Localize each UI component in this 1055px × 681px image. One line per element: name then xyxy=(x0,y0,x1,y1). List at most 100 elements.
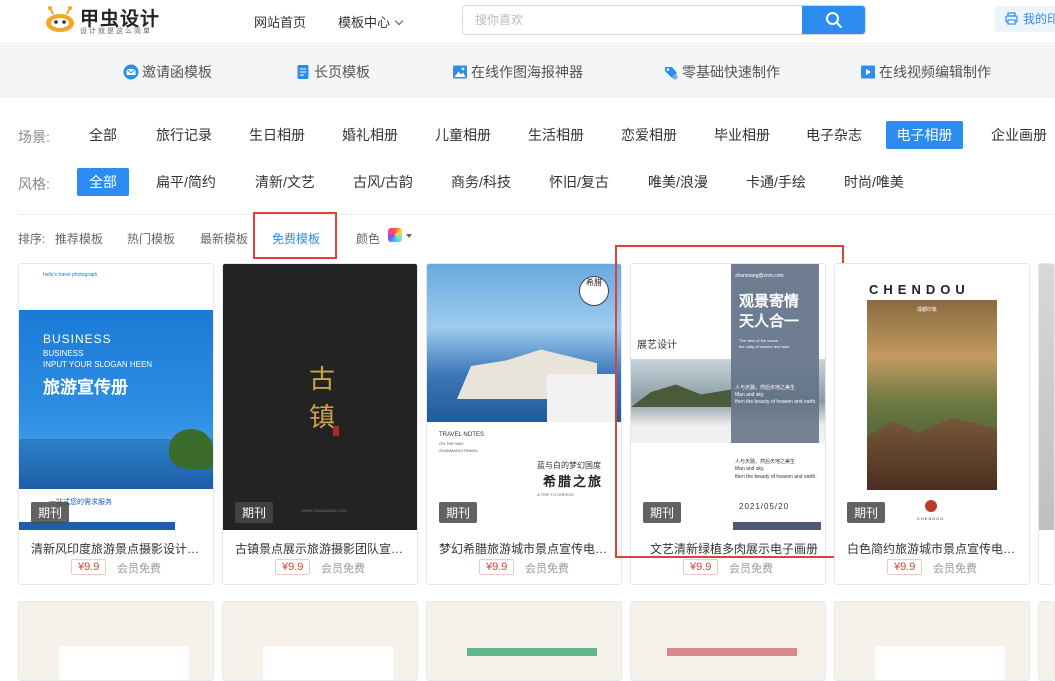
card-title[interactable]: 清新风印度旅游景点摄影设计宣传册 xyxy=(31,540,203,557)
card-price: ¥9.9 xyxy=(71,559,107,575)
style-chip-cartoon[interactable]: 卡通/手绘 xyxy=(746,168,806,196)
highlight-box-card xyxy=(615,245,844,558)
template-card[interactable]: 希腊 TRAVEL NOTES ON THE WAY ZHANMANG/TRAV… xyxy=(426,263,622,585)
scene-chip-all[interactable]: 全部 xyxy=(88,121,118,149)
card-member-free: 会员免费 xyxy=(321,563,365,575)
card-price: ¥9.9 xyxy=(683,559,719,575)
nav-templates-dropdown[interactable]: 模板中心 xyxy=(338,12,404,31)
style-chip-ancient[interactable]: 古风/古韵 xyxy=(353,168,413,196)
search-button[interactable] xyxy=(802,6,865,34)
nav-home-link[interactable]: 网站首页 xyxy=(254,12,306,31)
template-card[interactable]: 古 镇 WWW.ZHANMANG.COM 期刊 古镇景点展示旅游摄影团队宣传画册… xyxy=(222,263,418,585)
style-label: 风格: xyxy=(18,176,50,192)
scene-chip-emagazine[interactable]: 电子杂志 xyxy=(806,121,862,149)
scene-label: 场景: xyxy=(18,129,50,145)
template-card-row2[interactable] xyxy=(834,601,1030,681)
card-price: ¥9.9 xyxy=(479,559,515,575)
thumb-text: BUSINESS xyxy=(43,332,112,346)
card-thumbnail: CHENDOU 成都印象 CHENDOU xyxy=(835,264,1029,530)
sort-newest[interactable]: 最新模板 xyxy=(200,230,248,247)
image-icon xyxy=(453,65,467,79)
red-seal xyxy=(333,426,339,436)
card-tag: 期刊 xyxy=(235,502,274,523)
card-price: ¥9.9 xyxy=(887,559,923,575)
envelope-icon xyxy=(123,64,139,80)
scene-chip-love[interactable]: 恋爱相册 xyxy=(621,121,677,149)
style-chip-romantic[interactable]: 唯美/浪漫 xyxy=(648,168,708,196)
card-price: ¥9.9 xyxy=(275,559,311,575)
my-print-button[interactable]: 我的印 xyxy=(995,6,1055,32)
card-title[interactable]: 梦幻希腊旅游城市景点宣传电子画册 xyxy=(439,540,611,557)
sort-recommended[interactable]: 推荐模板 xyxy=(55,230,103,247)
document-icon xyxy=(297,65,309,79)
thumb-text: INPUT YOUR SLOGAN HEEN xyxy=(43,360,153,369)
thumb-text: WWW.ZHANMANG.COM xyxy=(301,508,347,513)
template-card[interactable]: hello's travel photograph BUSINESS BUSIN… xyxy=(18,263,214,585)
beetle-mascot-icon xyxy=(46,6,74,32)
feature-poster[interactable]: 在线作图海报神器 xyxy=(452,62,583,82)
template-card-partial[interactable] xyxy=(1038,263,1055,585)
sort-popular[interactable]: 热门模板 xyxy=(127,230,175,247)
style-chip-fashion[interactable]: 时尚/唯美 xyxy=(844,168,904,196)
sort-label: 排序: xyxy=(18,232,46,246)
style-chip-retro[interactable]: 怀旧/复古 xyxy=(549,168,609,196)
style-chip-flat[interactable]: 扁平/简约 xyxy=(156,168,216,196)
template-card-row2[interactable] xyxy=(222,601,418,681)
card-tag: 期刊 xyxy=(439,502,478,523)
feature-video[interactable]: 在线视频编辑制作 xyxy=(860,62,991,82)
template-card[interactable]: CHENDOU 成都印象 CHENDOU 期刊 白色简约旅游城市景点宣传电子画册… xyxy=(834,263,1030,585)
feature-long-page[interactable]: 长页模板 xyxy=(295,62,370,82)
thumb-text: 蓝与白的梦幻国度 xyxy=(537,461,601,470)
scene-chip-life[interactable]: 生活相册 xyxy=(528,121,584,149)
my-print-label: 我的印 xyxy=(1023,12,1055,26)
card-thumbnail: 希腊 TRAVEL NOTES ON THE WAY ZHANMANG/TRAV… xyxy=(427,264,621,530)
brand-slogan: 设计就是这么简单 xyxy=(80,28,152,35)
chevron-down-icon xyxy=(394,16,404,26)
thumb-text: 古 xyxy=(309,365,336,395)
style-chip-fresh[interactable]: 清新/文艺 xyxy=(255,168,315,196)
card-title[interactable]: 白色简约旅游城市景点宣传电子画册 xyxy=(847,540,1019,557)
site-logo[interactable]: 甲虫设计 设计就是这么简单 xyxy=(44,4,174,38)
template-card-row2-partial[interactable] xyxy=(1038,601,1055,681)
color-swatch-icon[interactable] xyxy=(388,228,402,242)
card-tag: 期刊 xyxy=(31,502,70,523)
thumb-text: 成都印象 xyxy=(917,307,938,313)
search-bar xyxy=(462,5,866,35)
template-card-row2[interactable] xyxy=(18,601,214,681)
scene-chip-ealbum[interactable]: 电子相册 xyxy=(886,121,963,149)
scene-chip-graduation[interactable]: 毕业相册 xyxy=(714,121,770,149)
feature-label: 在线作图海报神器 xyxy=(471,64,583,80)
card-title[interactable]: 古镇景点展示旅游摄影团队宣传画册 xyxy=(235,540,407,557)
printer-icon xyxy=(1005,12,1018,25)
scene-chip-travel[interactable]: 旅行记录 xyxy=(156,121,212,149)
search-input[interactable] xyxy=(463,6,803,34)
video-icon xyxy=(861,65,875,79)
thumb-text: hello's travel photograph xyxy=(43,272,98,278)
top-header: 甲虫设计 设计就是这么简单 网站首页 模板中心 我的印 xyxy=(0,0,1055,44)
card-member-free: 会员免费 xyxy=(117,563,161,575)
caret-down-icon xyxy=(406,234,412,238)
template-card-row2[interactable] xyxy=(630,601,826,681)
style-chip-all[interactable]: 全部 xyxy=(77,168,129,196)
thumb-text: CHENDOU xyxy=(917,516,945,521)
scene-chip-birthday[interactable]: 生日相册 xyxy=(249,121,305,149)
scene-chip-wedding[interactable]: 婚礼相册 xyxy=(342,121,398,149)
card-member-free: 会员免费 xyxy=(729,563,773,575)
thumb-text: ZHANMANG/TRAVEL xyxy=(439,448,479,453)
thumb-text: 希腊 xyxy=(586,278,602,287)
feature-quick-make[interactable]: 零基础快速制作 xyxy=(663,62,780,82)
scene-chip-children[interactable]: 儿童相册 xyxy=(435,121,491,149)
feature-label: 邀请函模板 xyxy=(142,64,212,80)
thumb-text: 希腊之旅 xyxy=(543,475,604,490)
feature-label: 零基础快速制作 xyxy=(682,64,780,80)
thumb-text: 旅游宣传册 xyxy=(43,378,128,397)
search-icon xyxy=(825,12,842,28)
thumb-text: ON THE WAY xyxy=(439,441,464,446)
palette-icon xyxy=(665,67,678,80)
template-card-row2[interactable] xyxy=(426,601,622,681)
color-filter-label[interactable]: 颜色 xyxy=(356,230,380,247)
style-chip-business[interactable]: 商务/科技 xyxy=(451,168,511,196)
scene-chip-enterprise[interactable]: 企业画册 xyxy=(991,121,1055,149)
card-thumbnail: hello's travel photograph BUSINESS BUSIN… xyxy=(19,264,213,530)
feature-invitation[interactable]: 邀请函模板 xyxy=(123,62,212,82)
